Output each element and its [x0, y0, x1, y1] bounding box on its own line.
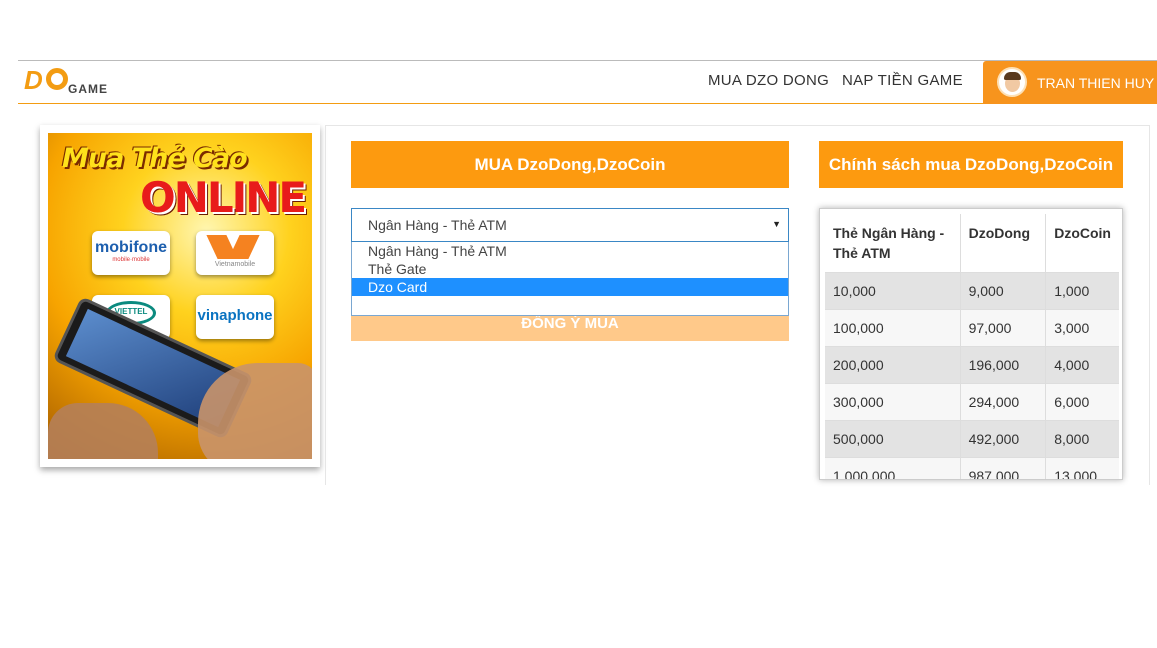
col-header-dzocoin: DzoCoin: [1045, 214, 1119, 273]
table-row: 1,000,000 987,000 13,000: [825, 457, 1119, 479]
table-row: 100,000 97,000 3,000: [825, 309, 1119, 347]
option-dzo-card[interactable]: Dzo Card: [352, 278, 788, 296]
banner-title-mua-the-cao: Mua Thẻ Cào: [62, 143, 248, 174]
nav-nap-tien-game[interactable]: NAP TIỀN GAME: [842, 72, 963, 89]
cell-atm: 200,000: [825, 346, 961, 384]
user-name: TRAN THIEN HUY: [1037, 75, 1155, 91]
col-header-dzodong: DzoDong: [960, 214, 1047, 273]
logo-dz-text: D: [24, 65, 43, 95]
mobifone-logo: mobifone mobile·mobile: [92, 231, 170, 275]
cell-dzocoin: 1,000: [1045, 272, 1119, 310]
cell-atm: 100,000: [825, 309, 961, 347]
cell-atm: 1,000,000: [825, 457, 961, 479]
dzogame-logo[interactable]: D GAME: [24, 65, 114, 99]
cell-dzocoin: 3,000: [1045, 309, 1119, 347]
mobifone-text: mobifone: [95, 239, 167, 256]
table-row: 300,000 294,000 6,000: [825, 383, 1119, 421]
cell-dzodong: 9,000: [960, 272, 1047, 310]
cell-dzodong: 294,000: [960, 383, 1047, 421]
table-row: 500,000 492,000 8,000: [825, 420, 1119, 458]
vietnamobile-logo: Vietnamobile: [196, 231, 274, 275]
cell-dzocoin: 8,000: [1045, 420, 1119, 458]
vietnamobile-icon: [206, 235, 260, 259]
cell-dzodong: 196,000: [960, 346, 1047, 384]
policy-table-container: Thẻ Ngân Hàng - Thẻ ATM DzoDong DzoCoin …: [819, 208, 1123, 480]
cell-atm: 10,000: [825, 272, 961, 310]
cell-dzocoin: 13,000: [1045, 457, 1119, 479]
cell-atm: 500,000: [825, 420, 961, 458]
vietnamobile-text: Vietnamobile: [214, 261, 256, 268]
page: D GAME MUA DZO DONG NAP TIỀN GAME TRAN T…: [0, 0, 1157, 648]
hand-image: [48, 403, 158, 459]
dropdown-arrow-icon: ▼: [772, 219, 781, 229]
logo-ring-icon: [46, 68, 68, 90]
table-row: 200,000 196,000 4,000: [825, 346, 1119, 384]
col-header-atm: Thẻ Ngân Hàng - Thẻ ATM: [825, 214, 961, 273]
cell-atm: 300,000: [825, 383, 961, 421]
agree-buy-button[interactable]: ĐỒNG Ý MUA: [351, 316, 789, 341]
policy-table: Thẻ Ngân Hàng - Thẻ ATM DzoDong DzoCoin …: [825, 214, 1119, 479]
payment-method-options: Ngân Hàng - Thẻ ATM Thẻ Gate Dzo Card: [351, 242, 789, 316]
nav-mua-dzo-dong[interactable]: MUA DZO DONG: [708, 72, 829, 89]
mobifone-subtext: mobile·mobile: [112, 257, 150, 263]
cell-dzodong: 97,000: [960, 309, 1047, 347]
avatar: [997, 67, 1027, 97]
policy-title: Chính sách mua DzoDong,DzoCoin: [819, 141, 1123, 188]
cell-dzodong: 987,000: [960, 457, 1047, 479]
vinaphone-text: vinaphone: [197, 307, 273, 324]
cell-dzodong: 492,000: [960, 420, 1047, 458]
vinaphone-logo: vinaphone: [196, 295, 274, 339]
table-header-row: Thẻ Ngân Hàng - Thẻ ATM DzoDong DzoCoin: [825, 214, 1119, 273]
purchase-title: MUA DzoDong,DzoCoin: [351, 141, 789, 188]
table-row: 10,000 9,000 1,000: [825, 272, 1119, 310]
banner-title-online: ONLINE: [140, 173, 307, 222]
payment-method-selected: Ngân Hàng - Thẻ ATM: [368, 217, 507, 233]
cell-dzocoin: 6,000: [1045, 383, 1119, 421]
site-header: D GAME MUA DZO DONG NAP TIỀN GAME TRAN T…: [18, 61, 1157, 104]
option-ngan-hang-atm[interactable]: Ngân Hàng - Thẻ ATM: [352, 242, 788, 260]
promo-banner-image: Mua Thẻ Cào ONLINE mobifone mobile·mobil…: [48, 133, 312, 459]
logo-game-text: GAME: [68, 82, 108, 96]
payment-method-select[interactable]: Ngân Hàng - Thẻ ATM ▼: [351, 208, 789, 242]
avatar-hair: [1004, 72, 1021, 80]
user-menu-button[interactable]: TRAN THIEN HUY: [983, 61, 1157, 104]
promo-banner[interactable]: Mua Thẻ Cào ONLINE mobifone mobile·mobil…: [40, 125, 320, 467]
option-the-gate[interactable]: Thẻ Gate: [352, 260, 788, 278]
cell-dzocoin: 4,000: [1045, 346, 1119, 384]
